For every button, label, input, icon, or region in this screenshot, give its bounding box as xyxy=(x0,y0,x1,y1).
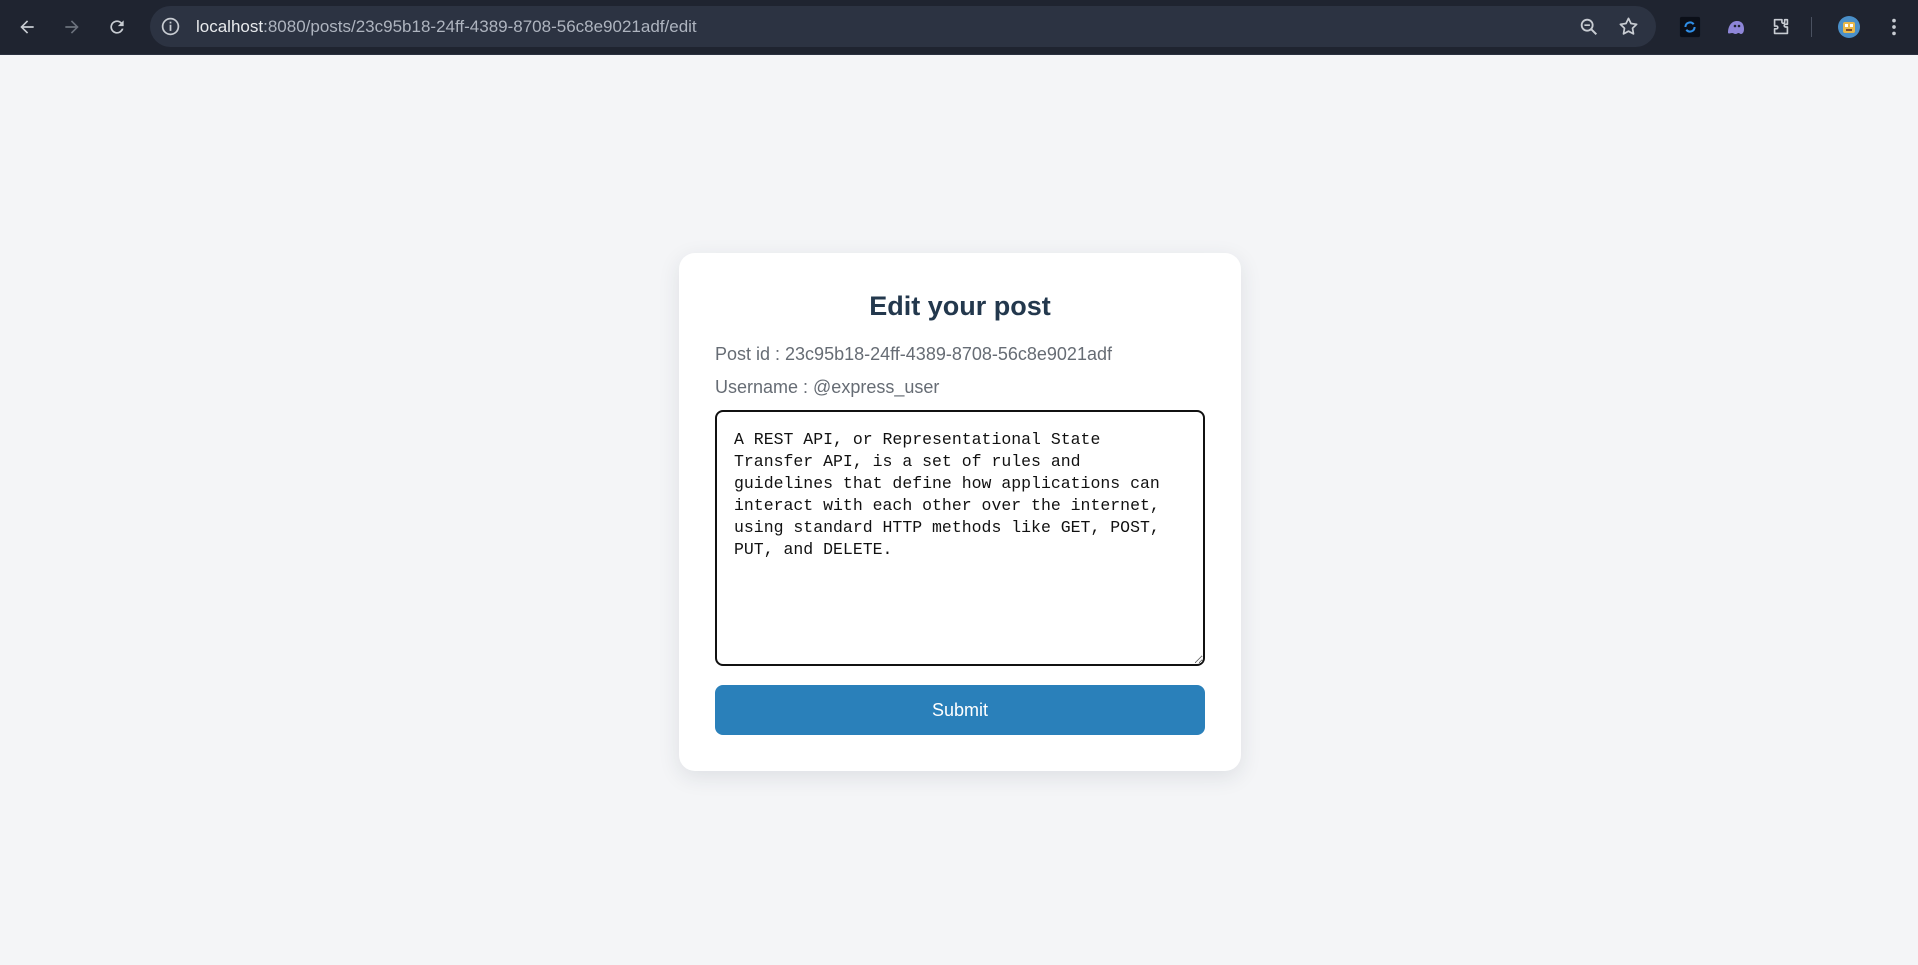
extensions-button[interactable] xyxy=(1767,13,1795,41)
edit-post-card: Edit your post Post id : 23c95b18-24ff-4… xyxy=(679,253,1241,771)
reload-icon xyxy=(110,20,124,34)
profile-avatar[interactable] xyxy=(1835,13,1863,41)
page-title: Edit your post xyxy=(869,291,1051,321)
post-content-textarea[interactable]: A REST API, or Representational State Tr… xyxy=(715,410,1205,666)
address-bar[interactable]: localhost:8080/posts/23c95b18-24ff-4389-… xyxy=(150,6,1656,47)
back-button[interactable] xyxy=(12,12,42,42)
profile-avatar-icon xyxy=(1838,16,1860,38)
url-host: localhost xyxy=(196,17,264,36)
site-info-icon[interactable] xyxy=(160,16,181,37)
bookmark-star-icon[interactable] xyxy=(1617,15,1640,38)
extension-ghost-icon xyxy=(1728,21,1744,34)
url-path: :8080/posts/23c95b18-24ff-4389-8708-56c8… xyxy=(263,17,697,36)
reload-button[interactable] xyxy=(102,12,132,42)
extensions-puzzle-icon xyxy=(1773,18,1789,35)
extension-ghost-button[interactable] xyxy=(1722,13,1750,41)
submit-button[interactable]: Submit xyxy=(715,685,1205,735)
post-id-text: Post id : 23c95b18-24ff-4389-8708-56c8e9… xyxy=(715,344,1112,364)
extension-1-icon xyxy=(1679,16,1701,38)
toolbar-divider xyxy=(1811,17,1812,37)
back-icon xyxy=(20,20,34,34)
forward-button[interactable] xyxy=(57,12,87,42)
browser-toolbar: localhost:8080/posts/23c95b18-24ff-4389-… xyxy=(0,0,1918,55)
extension-1-button[interactable] xyxy=(1676,13,1704,41)
url-text[interactable]: localhost:8080/posts/23c95b18-24ff-4389-… xyxy=(196,6,697,47)
username-text: Username : @express_user xyxy=(715,377,940,397)
menu-dots-icon xyxy=(1892,18,1896,36)
forward-icon xyxy=(65,20,79,34)
zoom-icon[interactable] xyxy=(1578,16,1600,38)
menu-button[interactable] xyxy=(1880,13,1908,41)
